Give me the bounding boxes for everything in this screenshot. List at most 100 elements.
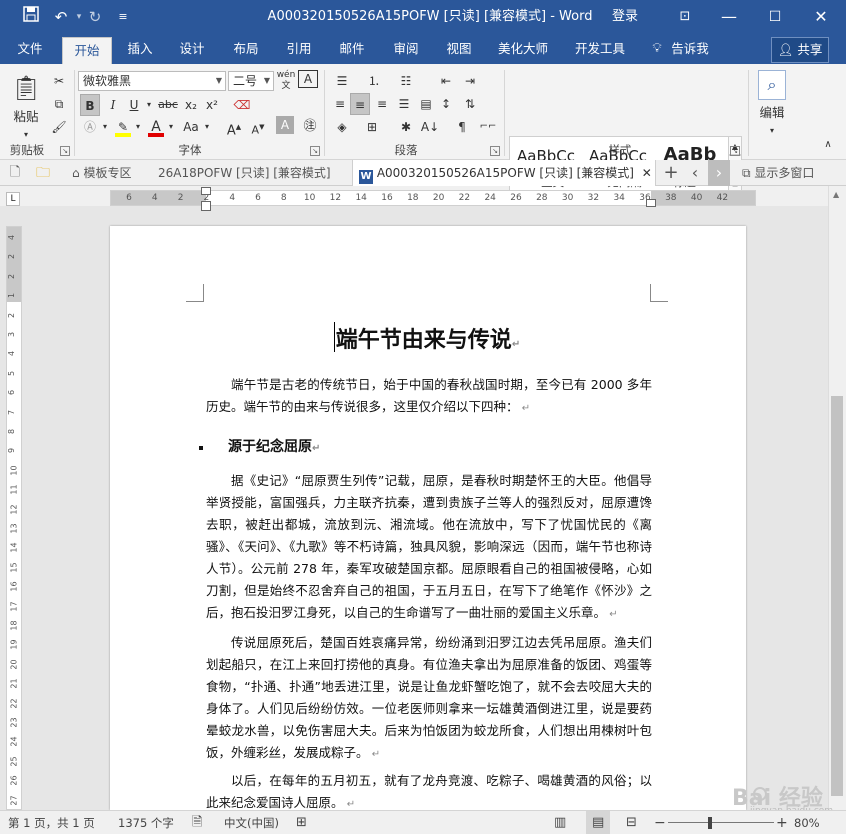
doc-tab-1[interactable]: 26A18POFW [只读] [兼容模式] [154,160,348,186]
first-line-indent-marker[interactable] [201,187,211,195]
italic-button[interactable]: I [103,94,123,116]
editing-dropdown-icon[interactable]: ▾ [766,120,778,142]
proofing-icon[interactable]: 🗎︎ [192,811,202,834]
word-count[interactable]: 1375 个字 [118,811,174,834]
font-color-icon[interactable]: A [146,116,166,138]
highlight-icon[interactable]: ✎ [113,116,133,138]
tab-home[interactable]: 开始 [62,37,112,64]
zoom-slider[interactable] [668,811,774,834]
vertical-ruler[interactable]: 4 2 2 1 2 3 4 5 6 7 8 9 10 11 12 13 14 15 16 17 18 19 20 21 22 23… [6,226,22,810]
new-doc-icon[interactable]: 🗋︎ [6,160,24,186]
tab-layout[interactable]: 布局 [224,34,268,64]
bullets-icon[interactable]: ☰ [330,70,354,92]
read-mode-icon[interactable]: ▥ [554,811,566,834]
shrink-font-icon[interactable]: A▼ [248,116,268,138]
grow-font-icon[interactable]: A▲ [224,116,244,138]
left-indent-marker[interactable] [201,201,211,211]
paragraph-launcher-icon[interactable]: ↘ [490,146,500,156]
phonetic-guide-icon[interactable]: wén 文 [276,70,296,92]
body-paragraph-1[interactable]: 据《史记》“屈原贾生列传”记载，屈原，是春秋时期楚怀王的大臣。他倡导举贤授能，富… [206,470,652,626]
text-effects-dropdown-icon[interactable]: ▾ [100,116,110,138]
show-multi-window-button[interactable]: ⧉ 显示多窗口 [742,160,842,186]
customize-toolbar-icon[interactable]: ≡ [112,6,134,28]
line-spacing-icon[interactable]: ↕ [436,93,456,115]
sort-text-icon[interactable]: A↓ [420,116,440,138]
tab-view[interactable]: 视图 [437,34,481,64]
shading-icon[interactable]: ◈ [330,116,354,138]
tab-mailings[interactable]: 邮件 [330,34,374,64]
char-border-icon[interactable]: A [298,70,318,88]
zoom-in-icon[interactable]: + [776,811,788,834]
change-case-button[interactable]: Aa [180,116,202,138]
body-paragraph-3[interactable]: 以后，在每年的五月初五，就有了龙舟竞渡、吃粽子、喝雄黄酒的风俗；以此来纪念爱国诗… [206,770,652,810]
enclose-char-icon[interactable]: ㊟ [300,116,320,138]
chinese-layout-icon[interactable]: ✱ [396,116,416,138]
tab-design[interactable]: 设计 [170,34,214,64]
print-layout-icon[interactable]: ▤ [586,811,611,834]
asian-layout-icon[interactable]: ⌐⌐ [478,116,498,138]
multilevel-list-icon[interactable]: ☷ [394,70,418,92]
zoom-out-icon[interactable]: − [654,811,666,834]
close-button[interactable]: ✕ [798,0,844,34]
clipboard-launcher-icon[interactable]: ↘ [60,146,70,156]
align-left-icon[interactable]: ≡ [330,93,350,115]
tab-references[interactable]: 引用 [277,34,321,64]
login-link[interactable]: 登录 [612,0,638,34]
tab-review[interactable]: 审阅 [384,34,428,64]
font-size-select[interactable]: 二号 ▼ [228,71,274,91]
strikethrough-button[interactable]: abc [156,94,180,116]
language-indicator[interactable]: 中文(中国) [224,811,279,834]
paste-icon[interactable]: 📋︎ [10,70,42,106]
scrollbar-thumb[interactable] [831,396,843,796]
intro-paragraph[interactable]: 端午节是古老的传统节日，始于中国的春秋战国时期，至今已有 2000 多年历史。端… [206,374,652,420]
highlight-dropdown-icon[interactable]: ▾ [133,116,143,138]
tab-stop-selector-icon[interactable]: L [6,192,20,206]
document-page[interactable]: 端午节由来与传说↵ 端午节是古老的传统节日，始于中国的春秋战国时期，至今已有 2… [110,226,746,810]
share-button[interactable]: 👤︎ 共享 [771,37,829,63]
align-right-icon[interactable]: ≡ [372,93,392,115]
cut-icon[interactable]: ✂ [48,70,70,92]
copy-icon[interactable]: ⧉ [48,93,70,115]
font-family-select[interactable]: 微软雅黑 ▼ [78,71,226,91]
web-layout-icon[interactable]: ⊟ [626,811,637,834]
horizontal-ruler[interactable]: 6 4 2 2 4 6 8 10 12 14 16 18 20 22 24 26 28 30 32 34 36 38 40 4… [110,187,756,211]
find-icon[interactable]: ⌕ [758,70,786,100]
ribbon-display-options-icon[interactable]: ⊡ [662,0,708,34]
body-paragraph-2[interactable]: 传说屈原死后，楚国百姓哀痛异常，纷纷涌到汨罗江边去凭吊屈原。渔夫们划起船只，在江… [206,632,652,766]
tab-file[interactable]: 文件 [8,34,52,64]
scroll-up-icon[interactable]: ▲ [833,190,839,199]
underline-button[interactable]: U [124,94,144,116]
decrease-indent-icon[interactable]: ⇤ [436,70,456,92]
tab-insert[interactable]: 插入 [118,34,162,64]
styles-launcher-icon[interactable]: ↘ [730,146,740,156]
section-heading[interactable]: 源于纪念屈原↵ [228,436,320,456]
char-shading-icon[interactable]: A [276,116,294,134]
minimize-button[interactable]: — [706,0,752,34]
sort-icon[interactable]: ⇅ [460,93,480,115]
show-formatting-icon[interactable]: ¶ [452,116,472,138]
underline-dropdown-icon[interactable]: ▾ [144,94,154,116]
tab-template-zone[interactable]: ⌂ 模板专区 [64,160,154,186]
superscript-button[interactable]: x² [202,94,222,116]
font-launcher-icon[interactable]: ↘ [310,146,320,156]
macro-record-icon[interactable]: ⊞ [296,811,307,834]
increase-indent-icon[interactable]: ⇥ [460,70,480,92]
clear-formatting-icon[interactable]: ⌫ [232,94,252,116]
right-indent-marker[interactable] [646,199,656,207]
subscript-button[interactable]: x₂ [181,94,201,116]
change-case-dropdown-icon[interactable]: ▾ [202,116,212,138]
document-title[interactable]: 端午节由来与传说↵ [200,322,656,354]
vertical-scrollbar[interactable]: ▲ [828,186,846,810]
zoom-slider-thumb[interactable] [708,817,712,829]
bold-button[interactable]: B [80,94,100,116]
borders-icon[interactable]: ⊞ [360,116,384,138]
justify-icon[interactable]: ☰ [394,93,414,115]
save-icon[interactable] [20,6,42,28]
scroll-tabs-right-icon[interactable]: › [708,160,730,186]
font-color-dropdown-icon[interactable]: ▾ [166,116,176,138]
format-painter-icon[interactable]: 🖌︎ [48,116,70,138]
redo-icon[interactable]: ↻ [84,6,106,28]
tab-developer[interactable]: 开发工具 [570,34,630,64]
tell-me-search[interactable]: 告诉我 [668,34,712,64]
distributed-icon[interactable]: ▤ [416,93,436,115]
